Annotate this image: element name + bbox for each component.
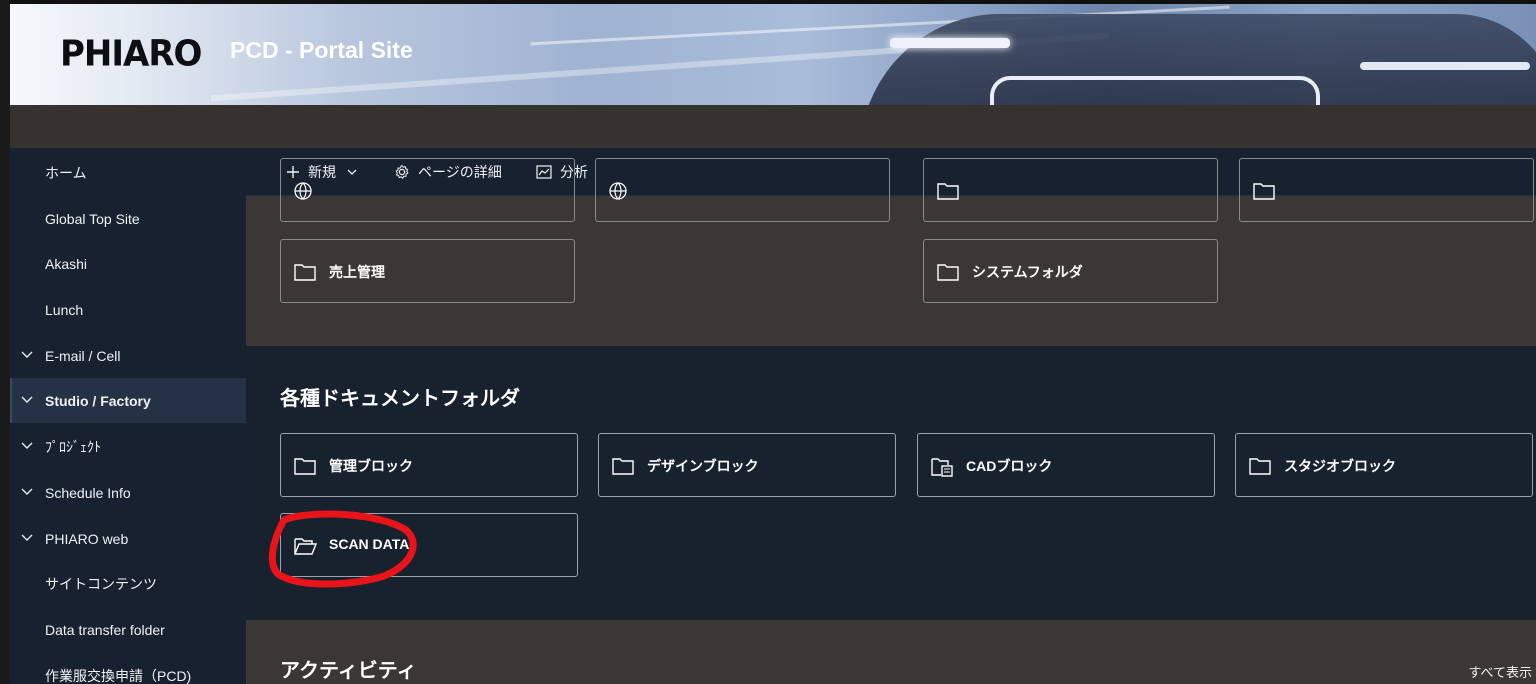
folder-tile-design-block[interactable]: デザインブロック xyxy=(598,433,896,497)
quick-link-tile[interactable] xyxy=(1239,158,1534,222)
shared-folder-icon xyxy=(931,458,953,477)
folder-tile-cad-block[interactable]: CADブロック xyxy=(917,433,1215,497)
nav-item-akashi[interactable]: Akashi xyxy=(10,241,246,286)
folder-icon xyxy=(1253,183,1275,200)
nav-item-phiaro-web[interactable]: PHIARO web xyxy=(10,516,246,561)
nav-item-label: Studio / Factory xyxy=(45,392,151,409)
nav-item-global-top-site[interactable]: Global Top Site xyxy=(10,196,246,241)
tile-label: CADブロック xyxy=(966,458,1053,474)
nav-item-label: E-mail / Cell xyxy=(45,347,121,364)
nav-item-label: 作業服交換申請（PCD) xyxy=(45,667,192,684)
nav-item-email-cell[interactable]: E-mail / Cell xyxy=(10,333,246,378)
folder-tile-studio-block[interactable]: スタジオブロック xyxy=(1235,433,1533,497)
tile-label: スタジオブロック xyxy=(1284,458,1396,474)
folder-tile-system-folder[interactable]: システムフォルダ xyxy=(923,239,1218,303)
nav-item-label: ホーム xyxy=(45,164,87,181)
header-banner: PHIARO PCD - Portal Site xyxy=(10,4,1536,105)
tile-label: 売上管理 xyxy=(329,264,385,280)
nav-item-label: ﾌﾟﾛｼﾞｪｸﾄ xyxy=(45,438,101,455)
folder-icon xyxy=(294,264,316,281)
folder-tile-management-block[interactable]: 管理ブロック xyxy=(280,433,578,497)
section-title: アクティビティ xyxy=(280,658,417,682)
nav-item-home[interactable]: ホーム xyxy=(10,150,246,195)
globe-icon xyxy=(294,182,312,200)
nav-item-label: Akashi xyxy=(45,255,88,272)
left-edge xyxy=(0,0,10,684)
chevron-down-icon[interactable] xyxy=(20,484,34,498)
folder-icon xyxy=(294,458,316,475)
chevron-down-icon[interactable] xyxy=(20,347,34,361)
nav-item-schedule-info[interactable]: Schedule Info xyxy=(10,470,246,515)
folder-tile-sales-management[interactable]: 売上管理 xyxy=(280,239,575,303)
site-logo[interactable]: PHIARO xyxy=(60,33,202,75)
nav-item-data-transfer-folder[interactable]: Data transfer folder xyxy=(10,607,246,652)
nav-item-label: Global Top Site xyxy=(45,210,140,227)
nav-item-lunch[interactable]: Lunch xyxy=(10,287,246,332)
nav-item-label: Lunch xyxy=(45,301,84,318)
tile-label: デザインブロック xyxy=(647,458,759,474)
nav-item-studio-factory[interactable]: Studio / Factory xyxy=(10,378,246,423)
nav-item-site-contents[interactable]: サイトコンテンツ xyxy=(10,561,246,606)
banner-car-grille xyxy=(990,76,1320,105)
chevron-down-icon[interactable] xyxy=(20,438,34,452)
nav-item-label: Schedule Info xyxy=(45,484,131,501)
quick-link-tile[interactable] xyxy=(923,158,1218,222)
nav-item-label: PHIARO web xyxy=(45,530,129,547)
tile-label: システムフォルダ xyxy=(972,264,1083,280)
folder-open-icon xyxy=(294,538,317,555)
see-all-link[interactable]: すべて表示 xyxy=(1468,662,1532,681)
activity-section: アクティビティ すべて表示 xyxy=(246,620,1536,684)
section-title: 各種ドキュメントフォルダ xyxy=(280,386,520,410)
folder-icon xyxy=(1249,458,1271,475)
site-title[interactable]: PCD - Portal Site xyxy=(230,37,413,64)
nav-item-project[interactable]: ﾌﾟﾛｼﾞｪｸﾄ xyxy=(10,424,246,469)
nav-item-label: Data transfer folder xyxy=(45,621,165,638)
chevron-down-icon[interactable] xyxy=(20,392,34,406)
tile-label: SCAN DATA xyxy=(329,536,410,552)
nav-item-workwear-request[interactable]: 作業服交換申請（PCD) xyxy=(10,653,246,684)
tile-label: 管理ブロック xyxy=(329,458,413,474)
chevron-down-icon[interactable] xyxy=(20,530,34,544)
left-navigation: ホーム Global Top Site Akashi Lunch E-mail … xyxy=(10,148,246,684)
nav-item-label: サイトコンテンツ xyxy=(45,575,157,592)
header-band xyxy=(10,105,1536,148)
banner-car-light xyxy=(890,38,1010,48)
quick-links-section: 売上管理 システムフォルダ xyxy=(246,158,1536,346)
folder-icon xyxy=(937,264,959,281)
globe-icon xyxy=(609,182,627,200)
quick-link-tile[interactable] xyxy=(595,158,890,222)
document-folders-section: 各種ドキュメントフォルダ 管理ブロック デザインブロック CADブロック スタジ… xyxy=(246,346,1536,620)
folder-tile-scan-data[interactable]: SCAN DATA xyxy=(280,513,578,577)
folder-icon xyxy=(612,458,634,475)
folder-icon xyxy=(937,183,959,200)
banner-car-light xyxy=(1360,62,1530,70)
quick-link-tile[interactable] xyxy=(280,158,575,222)
